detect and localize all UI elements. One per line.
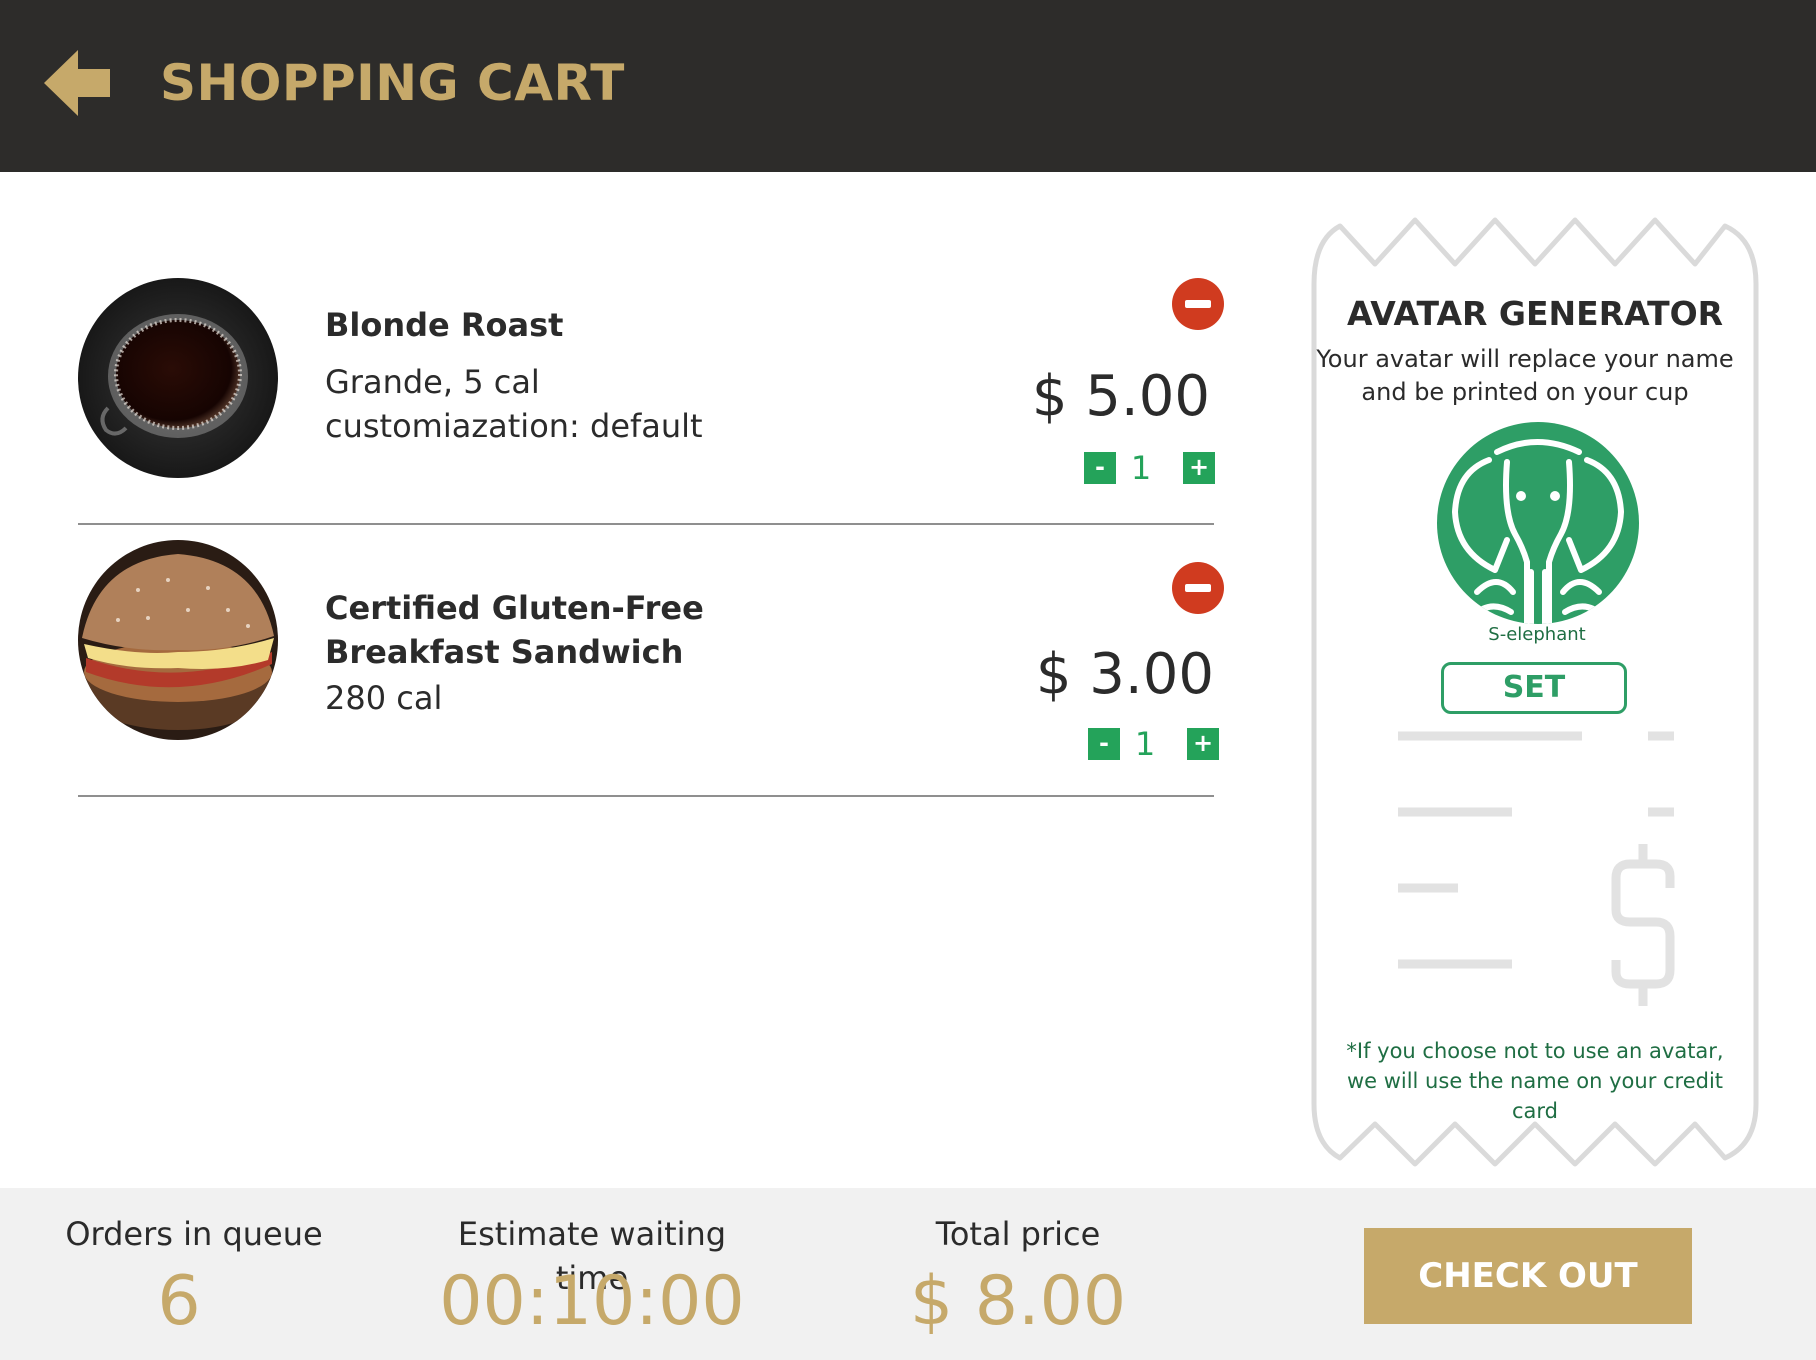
quantity-value: 1 [1134,725,1156,763]
item-price: $ 3.00 [1035,642,1214,707]
total-price-label: Total price [935,1215,1101,1253]
back-arrow-icon [44,50,110,116]
cart-item: Blonde Roast Grande, 5 cal customiazatio… [78,262,1224,524]
breakfast-sandwich-image [78,540,278,740]
avatar-description: Your avatar will replace your name and b… [1316,345,1734,406]
check-out-button[interactable]: CHECK OUT [1364,1228,1692,1324]
remove-item-button[interactable] [1172,278,1224,330]
item-detail: Grande, 5 cal [325,363,540,401]
avatar-generator-title: AVATAR GENERATOR [1346,294,1724,333]
app-header: SHOPPING CART [0,0,1816,172]
avatar-footnote: *If you choose not to use an avatar, we … [1346,1039,1724,1123]
elephant-avatar-icon[interactable] [1437,422,1639,624]
item-divider [78,795,1214,797]
blonde-roast-image [78,278,278,478]
quantity-value: 1 [1130,449,1152,487]
item-name: Blonde Roast [325,306,564,344]
increase-quantity-button[interactable]: + [1187,728,1219,760]
remove-item-button[interactable] [1172,562,1224,614]
total-price-value: $ 8.00 [909,1262,1127,1341]
orders-in-queue-label: Orders in queue [65,1215,323,1253]
waiting-time-value: 00:10:00 [439,1262,745,1341]
set-avatar-button[interactable]: SET [1441,662,1627,714]
cart-item: Certified Gluten-Free Breakfast Sandwich… [78,524,1224,786]
orders-in-queue-value: 6 [157,1262,201,1341]
item-name: Certified Gluten-Free Breakfast Sandwich [325,589,704,671]
decrease-quantity-button[interactable]: - [1088,728,1120,760]
page-title: SHOPPING CART [160,54,625,112]
item-detail: customiazation: default [325,407,703,445]
decrease-quantity-button[interactable]: - [1084,452,1116,484]
increase-quantity-button[interactable]: + [1183,452,1215,484]
back-button[interactable] [44,50,112,116]
item-detail: 280 cal [325,679,443,717]
avatar-name-label: S-elephant [1488,624,1586,645]
item-price: $ 5.00 [1031,364,1210,429]
